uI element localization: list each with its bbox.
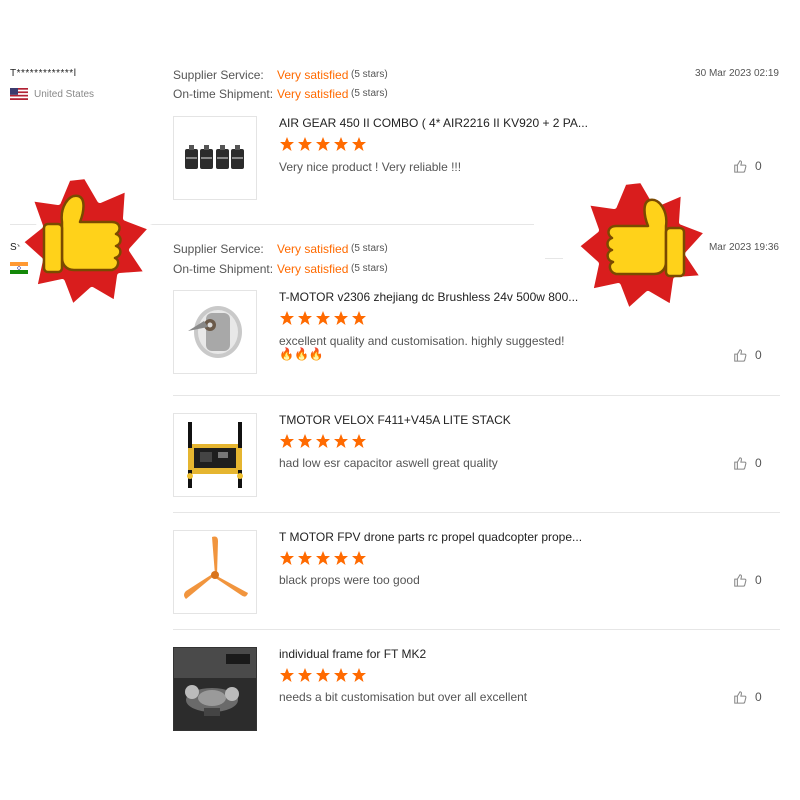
thumbs-up-icon (734, 160, 747, 173)
product-thumbnail[interactable] (173, 290, 257, 374)
review-date: 30 Mar 2023 02:19 (695, 68, 779, 79)
product-thumbnail[interactable] (173, 530, 257, 614)
supplier-service-stars: (5 stars) (351, 69, 388, 80)
star-icon (280, 311, 294, 325)
shipment-label: On-time Shipment: (173, 87, 274, 101)
review-text: needs a bit customisation but over all e… (279, 690, 528, 704)
star-icon (334, 551, 348, 565)
star-icon (280, 137, 294, 151)
product-thumbnail[interactable] (173, 116, 257, 200)
shipment-value: Very satisfied (277, 87, 349, 101)
motor-image (188, 306, 242, 358)
drone-frame-image (174, 648, 256, 730)
like-button[interactable]: 0 (733, 573, 762, 587)
product-title[interactable]: T-MOTOR v2306 zhejiang dc Brushless 24v … (279, 290, 578, 304)
star-icon (298, 137, 312, 151)
shipment-stars: (5 stars) (351, 263, 388, 274)
star-icon (352, 551, 366, 565)
like-count: 0 (755, 690, 762, 704)
thumbs-up-icon (734, 574, 747, 587)
star-icon (280, 551, 294, 565)
thumbs-up-icon (734, 691, 747, 704)
supplier-service-stars: (5 stars) (351, 243, 388, 254)
like-button[interactable]: 0 (733, 690, 762, 704)
star-rating (279, 136, 367, 152)
review-text: Very nice product ! Very reliable !!! (279, 160, 462, 174)
star-icon (298, 434, 312, 448)
review-emoji-line: 🔥🔥🔥 (279, 347, 324, 361)
star-icon (352, 434, 366, 448)
divider (173, 512, 780, 513)
product-title[interactable]: TMOTOR VELOX F411+V45A LITE STACK (279, 413, 511, 427)
star-icon (280, 668, 294, 682)
reviewer-country: United States (10, 88, 94, 100)
star-icon (298, 551, 312, 565)
supplier-service-label: Supplier Service: (173, 242, 264, 256)
like-count: 0 (755, 456, 762, 470)
product-title[interactable]: AIR GEAR 450 II COMBO ( 4* AIR2216 II KV… (279, 116, 588, 130)
us-flag-icon (10, 88, 28, 100)
thumbs-up-icon (734, 457, 747, 470)
divider (545, 258, 563, 259)
product-thumbnail[interactable] (173, 413, 257, 497)
shipment-label: On-time Shipment: (173, 262, 274, 276)
supplier-service-value: Very satisfied (277, 68, 349, 82)
review-text: had low esr capacitor aswell great quali… (279, 456, 498, 470)
thumbs-up-sticker-left (17, 173, 155, 311)
star-icon (334, 137, 348, 151)
star-icon (334, 434, 348, 448)
like-count: 0 (755, 573, 762, 587)
propeller-image (184, 536, 248, 599)
like-button[interactable]: 0 (733, 456, 762, 470)
like-count: 0 (755, 159, 762, 173)
thumbs-up-sticker-right (573, 177, 711, 315)
star-icon (316, 668, 330, 682)
product-title[interactable]: individual frame for FT MK2 (279, 647, 426, 661)
like-button[interactable]: 0 (733, 348, 762, 362)
review-text: black props were too good (279, 573, 420, 587)
star-icon (334, 668, 348, 682)
star-icon (316, 311, 330, 325)
star-rating (279, 550, 367, 566)
star-icon (298, 668, 312, 682)
star-rating (279, 433, 367, 449)
star-icon (316, 434, 330, 448)
country-name: United States (34, 88, 95, 100)
star-icon (316, 551, 330, 565)
review-date: Mar 2023 19:36 (708, 242, 779, 253)
product-thumbnail[interactable] (173, 647, 257, 731)
supplier-service-label: Supplier Service: (173, 68, 264, 82)
product-title[interactable]: T MOTOR FPV drone parts rc propel quadco… (279, 530, 582, 544)
star-icon (352, 311, 366, 325)
shipment-value: Very satisfied (277, 262, 349, 276)
shipment-stars: (5 stars) (351, 88, 388, 99)
like-count: 0 (755, 348, 762, 362)
like-button[interactable]: 0 (733, 159, 762, 173)
star-rating (279, 310, 367, 326)
star-icon (352, 137, 366, 151)
reviewer-name: T*************l (10, 68, 77, 79)
thumbs-up-icon (734, 349, 747, 362)
motors-image (185, 145, 244, 169)
star-icon (280, 434, 294, 448)
divider (173, 395, 780, 396)
star-icon (352, 668, 366, 682)
star-rating (279, 667, 367, 683)
divider (173, 629, 780, 630)
star-icon (298, 311, 312, 325)
flight-stack-image (187, 422, 243, 488)
review-text: excellent quality and customisation. hig… (279, 334, 565, 348)
supplier-service-value: Very satisfied (277, 242, 349, 256)
star-icon (316, 137, 330, 151)
star-icon (334, 311, 348, 325)
